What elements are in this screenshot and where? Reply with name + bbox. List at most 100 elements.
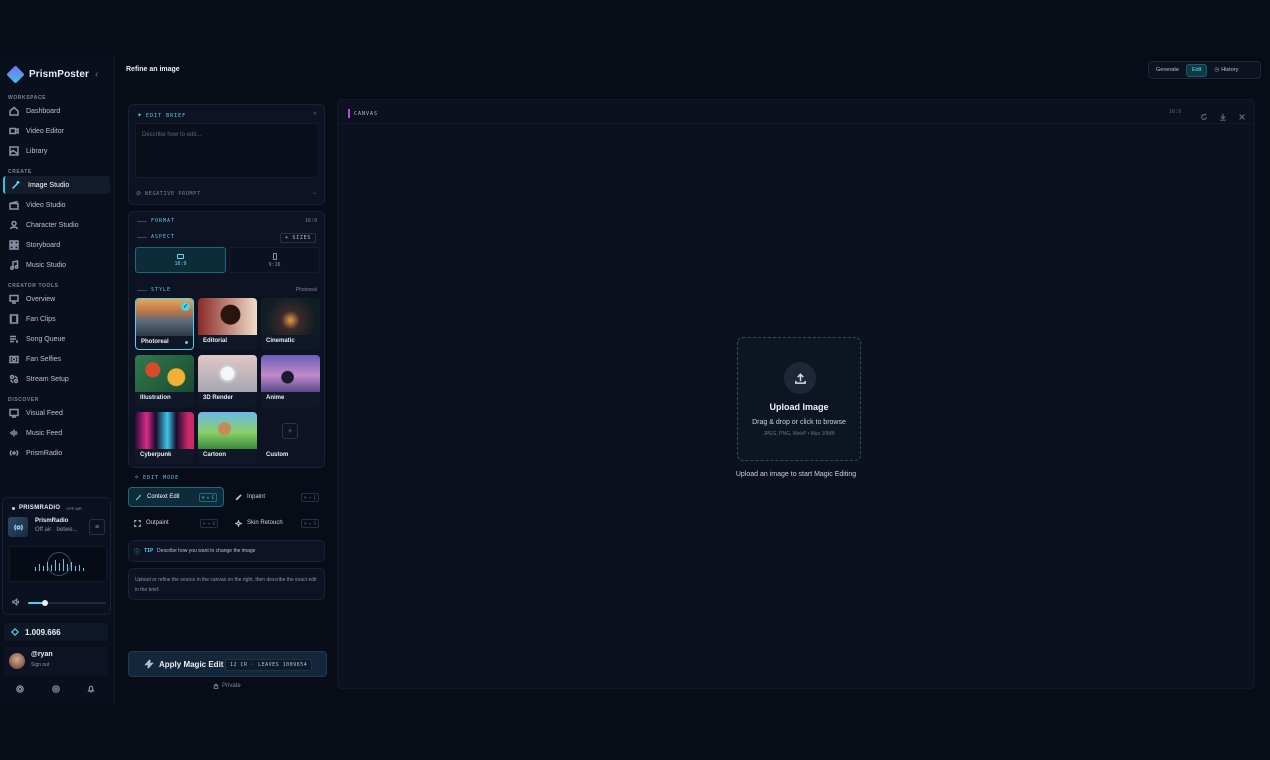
negative-prompt-toggle[interactable]: ⊘ NEGATIVE PROMPT xyxy=(136,190,201,198)
sidebar-item-library[interactable]: Library xyxy=(3,142,110,160)
collapse-sidebar-icon[interactable]: ‹ xyxy=(95,69,98,80)
mode-context-edit[interactable]: Context Edit ⌘ + C xyxy=(128,487,224,507)
reset-tool[interactable] xyxy=(1200,108,1208,120)
sidebar-item-video-studio[interactable]: Video Studio xyxy=(3,196,110,214)
visualizer-bar xyxy=(71,562,72,571)
aspect-16-9-button[interactable]: 16:9 xyxy=(135,247,226,273)
landscape-icon xyxy=(177,253,184,259)
sidebar-item-song-queue[interactable]: Song Queue xyxy=(3,330,110,348)
style-card-cinematic[interactable]: Cinematic xyxy=(261,298,320,350)
tab-history[interactable]: ◷ History xyxy=(1209,64,1243,77)
brand[interactable]: PrismPoster xyxy=(6,65,89,84)
canvas-marker xyxy=(348,109,350,118)
user-card[interactable]: @ryan Sign out xyxy=(4,646,108,676)
style-name: Illustration xyxy=(140,395,171,401)
bell-icon[interactable] xyxy=(87,685,95,693)
edit-brief-input[interactable]: Describe how to edit... xyxy=(135,123,319,178)
sidebar-item-video-editor[interactable]: Video Editor xyxy=(3,122,110,140)
sidebar-item-label: Storyboard xyxy=(26,241,61,249)
radio-title: PRISMRADIO OFF AIR xyxy=(12,505,82,511)
close-tool[interactable] xyxy=(1238,108,1246,120)
sidebar-item-fan-clips[interactable]: Fan Clips xyxy=(3,310,110,328)
upload-hint: Upload an image to start Magic Editing xyxy=(735,471,857,478)
upload-subtitle: Drag & drop or click to browse xyxy=(752,419,846,426)
edit-brief-title: EDIT BRIEF xyxy=(146,112,187,119)
music-icon xyxy=(9,260,19,270)
sidebar-item-music-feed[interactable]: Music Feed xyxy=(3,424,110,442)
privacy-toggle[interactable]: Private xyxy=(213,683,241,689)
upload-icon xyxy=(784,362,816,394)
volume-slider[interactable] xyxy=(28,600,106,606)
style-card-custom[interactable]: + Custom xyxy=(261,412,320,464)
sidebar-item-character-studio[interactable]: Character Studio xyxy=(3,216,110,234)
aspect-9-16-button[interactable]: 9:16 xyxy=(229,247,320,273)
sidebar-item-label: Fan Clips xyxy=(26,315,56,323)
sign-out-link[interactable]: Sign out xyxy=(31,662,49,668)
audio-visualizer xyxy=(9,546,107,582)
tab-generate[interactable]: Generate xyxy=(1151,64,1184,77)
clear-brief-icon[interactable]: ✕ xyxy=(313,111,317,117)
style-thumbnail xyxy=(198,412,257,449)
aspect-row: ASPECT xyxy=(137,234,175,240)
mode-label: Outpaint xyxy=(146,520,169,526)
style-card-cartoon[interactable]: Cartoon xyxy=(198,412,257,464)
credits-icon xyxy=(11,628,19,636)
settings-gear-icon[interactable] xyxy=(16,685,24,693)
speaker-icon[interactable] xyxy=(12,598,20,606)
help-icon[interactable] xyxy=(52,685,60,693)
mode-outpaint[interactable]: Outpaint ⌘ + O xyxy=(128,513,224,533)
camera-icon xyxy=(9,354,19,364)
close-icon xyxy=(1239,114,1245,120)
apply-magic-edit-button[interactable]: Apply Magic Edit 12 CR · LEAVES 1009654 xyxy=(128,651,327,677)
sidebar-item-storyboard[interactable]: Storyboard xyxy=(3,236,110,254)
download-icon xyxy=(1220,113,1226,121)
sidebar-item-label: Song Queue xyxy=(26,335,66,343)
style-thumbnail xyxy=(198,355,257,392)
chevron-down-icon[interactable]: ⌄ xyxy=(312,189,317,196)
station-thumbnail[interactable] xyxy=(8,517,28,537)
style-card-3d-render[interactable]: 3D Render xyxy=(198,355,257,407)
style-card-anime[interactable]: Anime xyxy=(261,355,320,407)
tip-text: Describe how you want to change the imag… xyxy=(157,548,256,554)
apply-label: Apply Magic Edit xyxy=(159,660,224,669)
mode-skin-retouch[interactable]: Skin Retouch ⌘ + S xyxy=(229,513,325,533)
sidebar-item-visual-feed[interactable]: Visual Feed xyxy=(3,404,110,422)
sidebar-item-prismradio[interactable]: PrismRadio xyxy=(3,444,110,462)
sizes-button[interactable]: + SIZES xyxy=(280,233,316,243)
style-card-cyberpunk[interactable]: Cyberpunk xyxy=(135,412,194,464)
visualizer-bar xyxy=(47,562,48,571)
style-name: 3D Render xyxy=(203,395,234,401)
credits-balance[interactable]: 1.009.666 xyxy=(4,623,108,641)
wand-icon xyxy=(11,180,21,190)
lock-icon xyxy=(213,683,219,689)
visualizer-bar xyxy=(63,559,64,571)
clapper-icon xyxy=(9,200,19,210)
tip-box: ⓘ TIP Describe how you want to change th… xyxy=(128,540,325,562)
sidebar-item-overview[interactable]: Overview xyxy=(3,290,110,308)
mode-inpaint[interactable]: Inpaint ⌘ + I xyxy=(229,487,325,507)
sidebar-item-fan-selfies[interactable]: Fan Selfies xyxy=(3,350,110,368)
style-card-photoreal[interactable]: ✓ Photoreal xyxy=(135,298,194,350)
sidebar-item-image-studio[interactable]: Image Studio xyxy=(3,176,110,194)
sidebar-item-music-studio[interactable]: Music Studio xyxy=(3,256,110,274)
queue-button[interactable]: ≡ xyxy=(89,519,105,535)
sidebar-item-label: Music Studio xyxy=(26,261,67,269)
brush-icon xyxy=(235,493,242,500)
mode-label: Inpaint xyxy=(247,494,266,500)
download-tool[interactable] xyxy=(1219,108,1227,121)
visualizer-bar xyxy=(55,560,56,571)
station-name: PrismRadio xyxy=(35,518,69,524)
video-icon xyxy=(9,126,19,136)
style-card-illustration[interactable]: Illustration xyxy=(135,355,194,407)
tab-edit[interactable]: Edit xyxy=(1185,63,1208,77)
home-icon xyxy=(9,106,19,116)
sidebar-item-dashboard[interactable]: Dashboard xyxy=(3,102,110,120)
sidebar-item-label: Visual Feed xyxy=(26,409,63,417)
section-label-create: CREATE xyxy=(8,169,32,175)
visualizer-bar xyxy=(83,568,84,571)
volume-knob[interactable] xyxy=(42,600,48,606)
upload-dropzone[interactable]: Upload Image Drag & drop or click to bro… xyxy=(737,337,861,461)
divider xyxy=(137,289,147,291)
sidebar-item-stream-setup[interactable]: Stream Setup xyxy=(3,370,110,388)
style-card-editorial[interactable]: Editorial xyxy=(198,298,257,350)
